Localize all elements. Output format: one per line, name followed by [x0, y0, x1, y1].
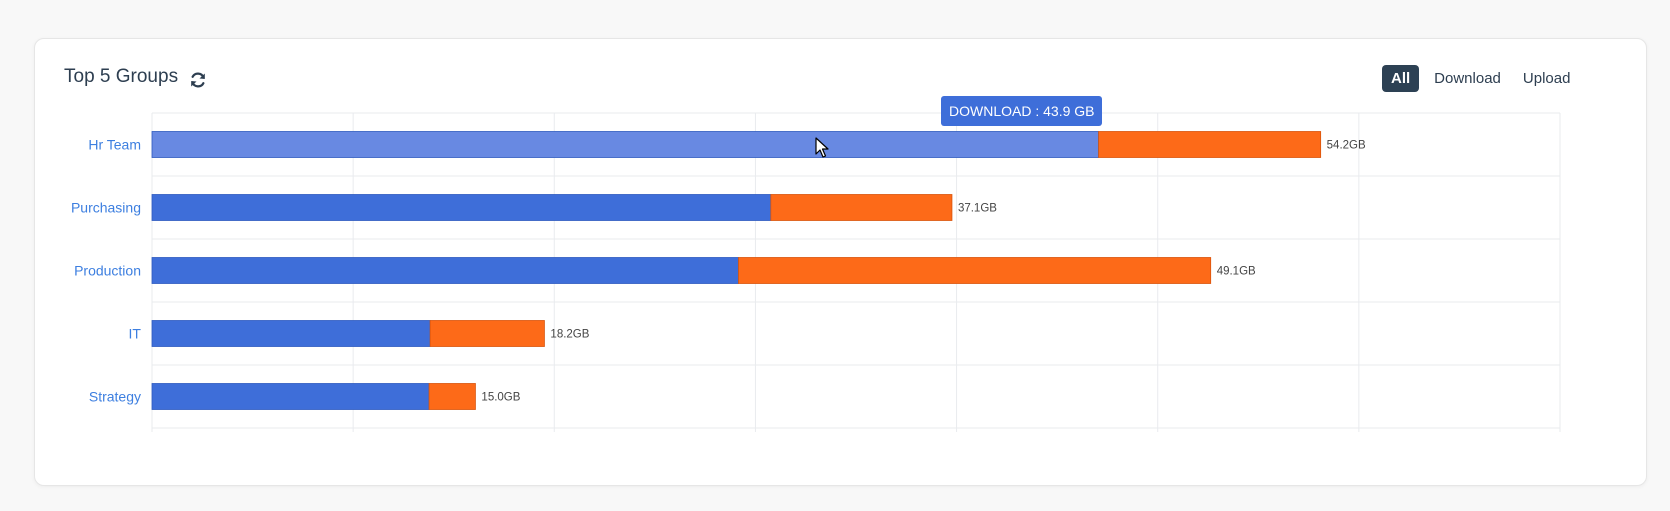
- category-label[interactable]: Strategy: [89, 389, 141, 405]
- download-bar-it[interactable]: [151, 320, 431, 347]
- download-bar-purchasing[interactable]: [151, 194, 772, 221]
- category-label[interactable]: IT: [129, 326, 142, 342]
- stacked-bar-chart: Hr Team 54.2GB Purchasing 37.1GB Production 4…: [71, 112, 1561, 432]
- bar-total-label: 37.1GB: [958, 203, 997, 215]
- download-bar-production[interactable]: [151, 257, 739, 284]
- upload-bar-it[interactable]: [429, 320, 545, 347]
- upload-bar-strategy[interactable]: [428, 383, 476, 410]
- download-bar-hr-team[interactable]: [151, 131, 1099, 158]
- upload-bar-production[interactable]: [738, 257, 1212, 284]
- bar-total-label: 54.2GB: [1327, 140, 1366, 152]
- category-label[interactable]: Production: [74, 263, 141, 279]
- bar-total-label: 18.2GB: [550, 329, 589, 341]
- upload-bar-hr-team[interactable]: [1098, 131, 1322, 158]
- upload-bar-purchasing[interactable]: [770, 194, 953, 221]
- mouse-cursor-icon: [815, 137, 829, 158]
- category-label[interactable]: Purchasing: [71, 200, 141, 216]
- bar-total-label: 15.0GB: [481, 392, 520, 404]
- bar-tooltip: DOWNLOAD : 43.9 GB: [941, 96, 1103, 126]
- bar-total-label: 49.1GB: [1217, 266, 1256, 278]
- download-bar-strategy[interactable]: [151, 383, 430, 410]
- category-label[interactable]: Hr Team: [88, 137, 141, 153]
